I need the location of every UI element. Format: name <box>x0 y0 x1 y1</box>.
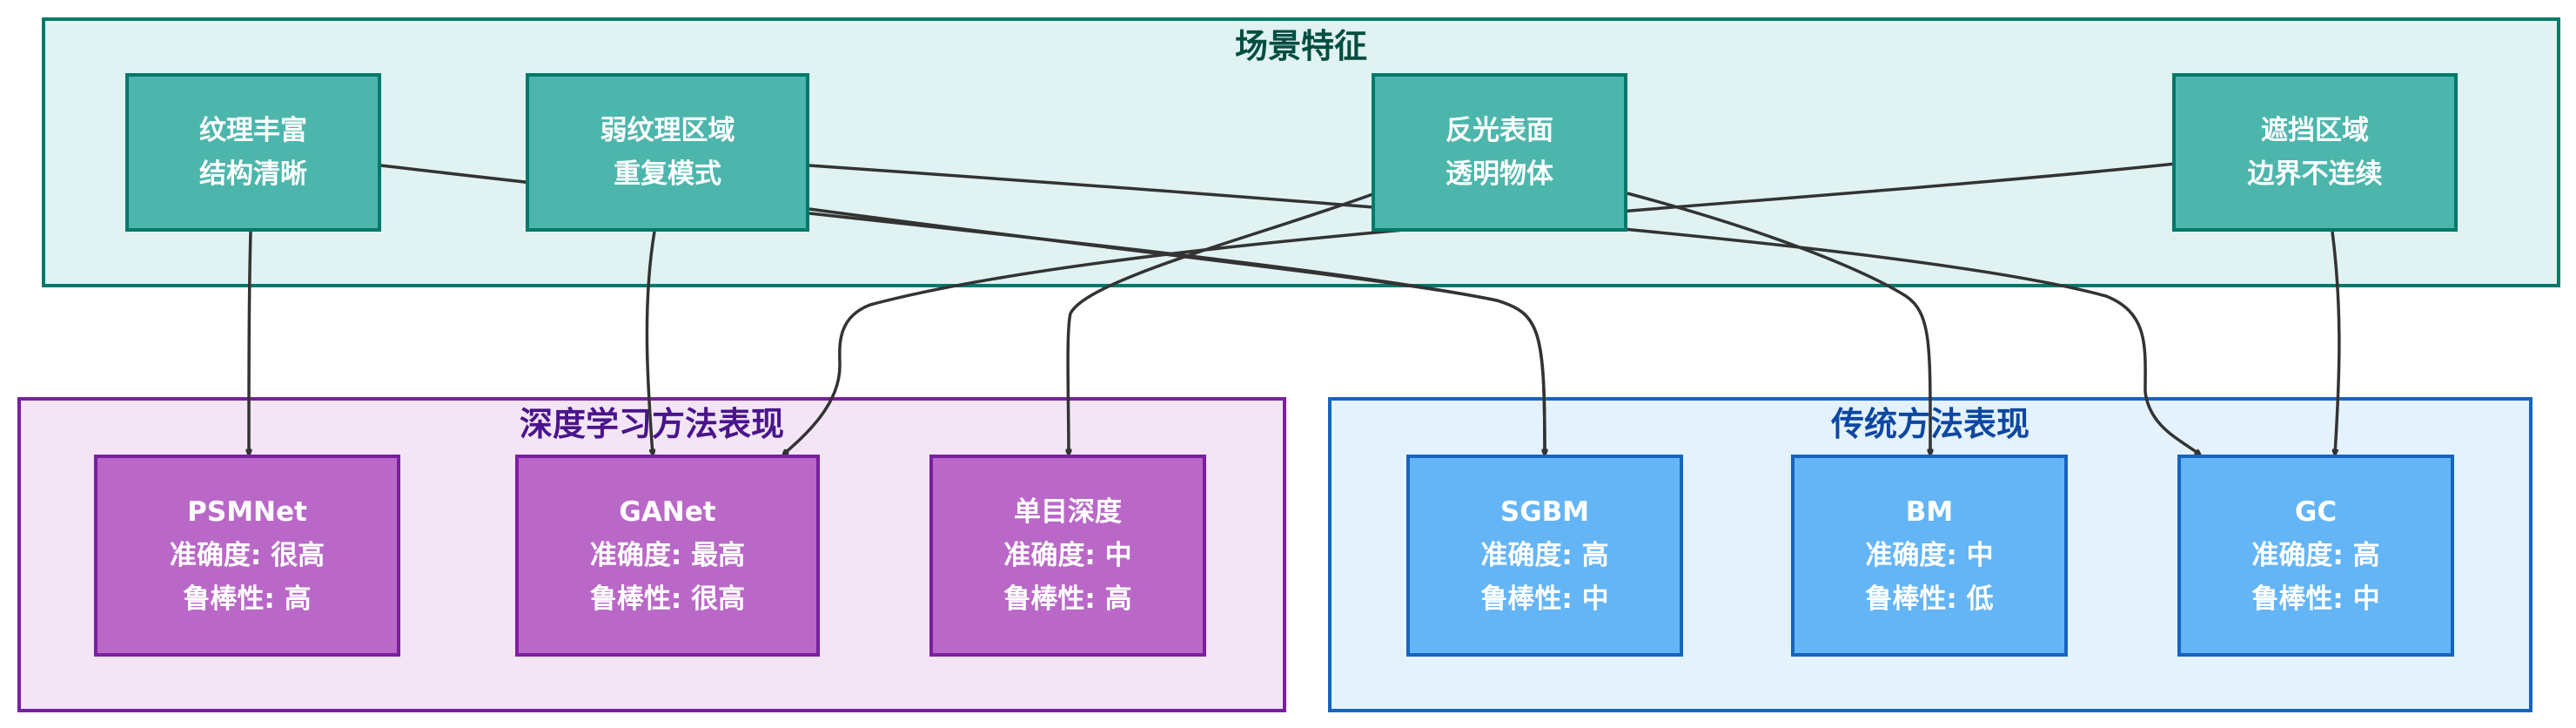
method-name: PSMNet <box>187 496 307 528</box>
method-node-ganet: GANet 准确度: 最高 鲁棒性: 很高 <box>515 455 820 657</box>
edge-reflective-to-monocular <box>1068 192 1376 455</box>
method-node-bm: BM 准确度: 中 鲁棒性: 低 <box>1791 455 2068 657</box>
method-name: GC <box>2294 496 2338 528</box>
method-accuracy: 准确度: 最高 <box>589 540 746 571</box>
method-robustness: 鲁棒性: 高 <box>1003 583 1132 615</box>
method-node-monocular: 单目深度 准确度: 中 鲁棒性: 高 <box>929 455 1206 657</box>
method-node-sgbm: SGBM 准确度: 高 鲁棒性: 中 <box>1406 455 1683 657</box>
scene-node-line1: 弱纹理区域 <box>600 115 735 146</box>
scene-node-weak-texture: 弱纹理区域 重复模式 <box>526 73 809 232</box>
method-accuracy: 准确度: 高 <box>1480 540 1609 571</box>
method-name: GANet <box>619 496 716 528</box>
scene-node-line1: 纹理丰富 <box>199 115 307 146</box>
scene-node-line2: 透明物体 <box>1446 158 1553 190</box>
scene-node-line2: 边界不连续 <box>2247 158 2383 190</box>
method-robustness: 鲁棒性: 很高 <box>589 583 746 615</box>
method-accuracy: 准确度: 中 <box>1003 540 1132 571</box>
method-accuracy: 准确度: 高 <box>2251 540 2380 571</box>
method-node-psmnet: PSMNet 准确度: 很高 鲁棒性: 高 <box>94 455 400 657</box>
method-robustness: 鲁棒性: 低 <box>1865 583 1994 615</box>
method-node-gc: GC 准确度: 高 鲁棒性: 中 <box>2177 455 2454 657</box>
method-accuracy: 准确度: 中 <box>1865 540 1994 571</box>
method-name: BM <box>1905 496 1954 528</box>
scene-node-reflective: 反光表面 透明物体 <box>1372 73 1627 232</box>
edge-weak-texture-to-ganet <box>645 231 656 455</box>
method-name: SGBM <box>1499 496 1590 528</box>
scene-node-line2: 结构清晰 <box>199 158 307 190</box>
edge-weak-texture-to-sgbm <box>808 207 1545 455</box>
method-accuracy: 准确度: 很高 <box>169 540 325 571</box>
scene-node-line1: 反光表面 <box>1446 115 1553 146</box>
edge-texture-rich-to-psmnet <box>249 231 252 455</box>
scene-node-texture-rich: 纹理丰富 结构清晰 <box>125 73 381 232</box>
scene-node-occlusion: 遮挡区域 边界不连续 <box>2172 73 2458 232</box>
scene-node-line1: 遮挡区域 <box>2261 115 2369 146</box>
method-robustness: 鲁棒性: 高 <box>183 583 312 615</box>
method-name: 单目深度 <box>1014 496 1122 528</box>
edge-occlusion-to-gc <box>2331 231 2341 455</box>
method-robustness: 鲁棒性: 中 <box>1480 583 1609 615</box>
scene-node-line2: 重复模式 <box>614 158 721 190</box>
method-robustness: 鲁棒性: 中 <box>2251 583 2380 615</box>
